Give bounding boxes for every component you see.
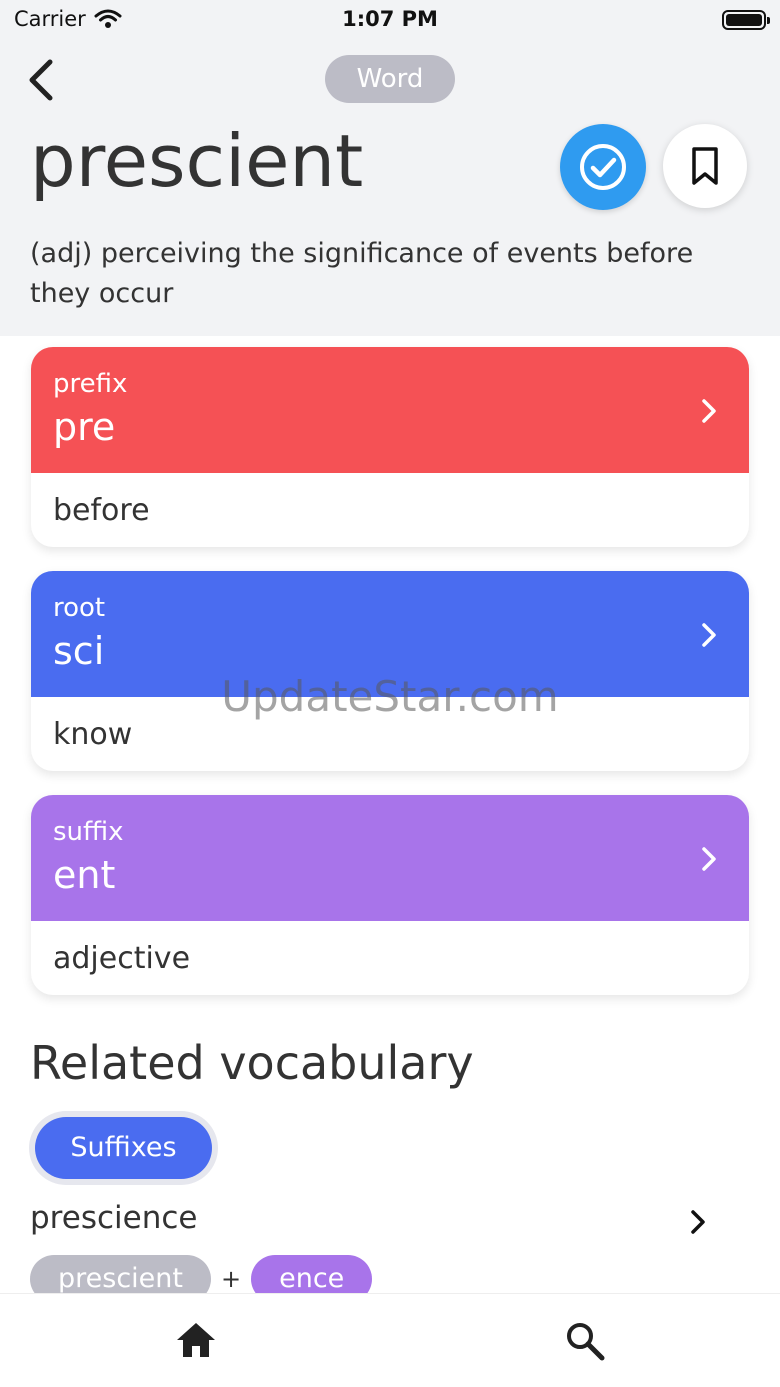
chevron-right-icon xyxy=(702,399,716,423)
related-vocabulary-title: Related vocabulary xyxy=(30,1036,474,1090)
status-bar: Carrier 1:07 PM xyxy=(0,0,780,40)
chevron-right-icon xyxy=(702,847,716,871)
check-circle-icon xyxy=(580,144,626,190)
chevron-left-icon xyxy=(29,59,53,101)
card-part: pre xyxy=(53,405,116,449)
card-kind: prefix xyxy=(53,369,128,399)
card-header: root sci xyxy=(31,571,749,697)
bookmark-button[interactable] xyxy=(663,124,747,208)
suffixes-filter-button[interactable]: Suffixes xyxy=(35,1117,212,1179)
battery-icon xyxy=(722,10,770,30)
word-definition: (adj) perceiving the significance of eve… xyxy=(30,238,694,309)
word-header: Word prescient (adj) perceiving the sign… xyxy=(0,40,780,336)
suffix-card[interactable]: suffix ent adjective xyxy=(31,795,749,995)
card-meaning: adjective xyxy=(53,941,191,976)
card-part: sci xyxy=(53,629,105,673)
root-card[interactable]: root sci know xyxy=(31,571,749,771)
word-title: prescient xyxy=(30,119,364,203)
chevron-right-icon xyxy=(702,623,716,647)
chevron-right-icon[interactable] xyxy=(688,1208,708,1236)
plus-sign: + xyxy=(220,1265,242,1293)
bookmark-icon xyxy=(692,147,718,185)
prefix-card[interactable]: prefix pre before xyxy=(31,347,749,547)
card-part: ent xyxy=(53,853,116,897)
card-meaning: know xyxy=(53,717,133,752)
card-header: suffix ent xyxy=(31,795,749,921)
search-icon[interactable] xyxy=(564,1320,606,1362)
card-kind: root xyxy=(53,593,106,623)
card-header: prefix pre xyxy=(31,347,749,473)
bottom-nav xyxy=(0,1293,780,1387)
card-kind: suffix xyxy=(53,817,124,847)
home-icon[interactable] xyxy=(174,1320,218,1360)
word-type-badge: Word xyxy=(325,55,455,103)
card-meaning: before xyxy=(53,493,150,528)
mark-learned-button[interactable] xyxy=(560,124,646,210)
related-word[interactable]: prescience xyxy=(30,1200,197,1236)
status-time: 1:07 PM xyxy=(342,7,438,31)
filter-pill-group: Suffixes xyxy=(29,1111,218,1185)
back-button[interactable] xyxy=(22,58,62,102)
